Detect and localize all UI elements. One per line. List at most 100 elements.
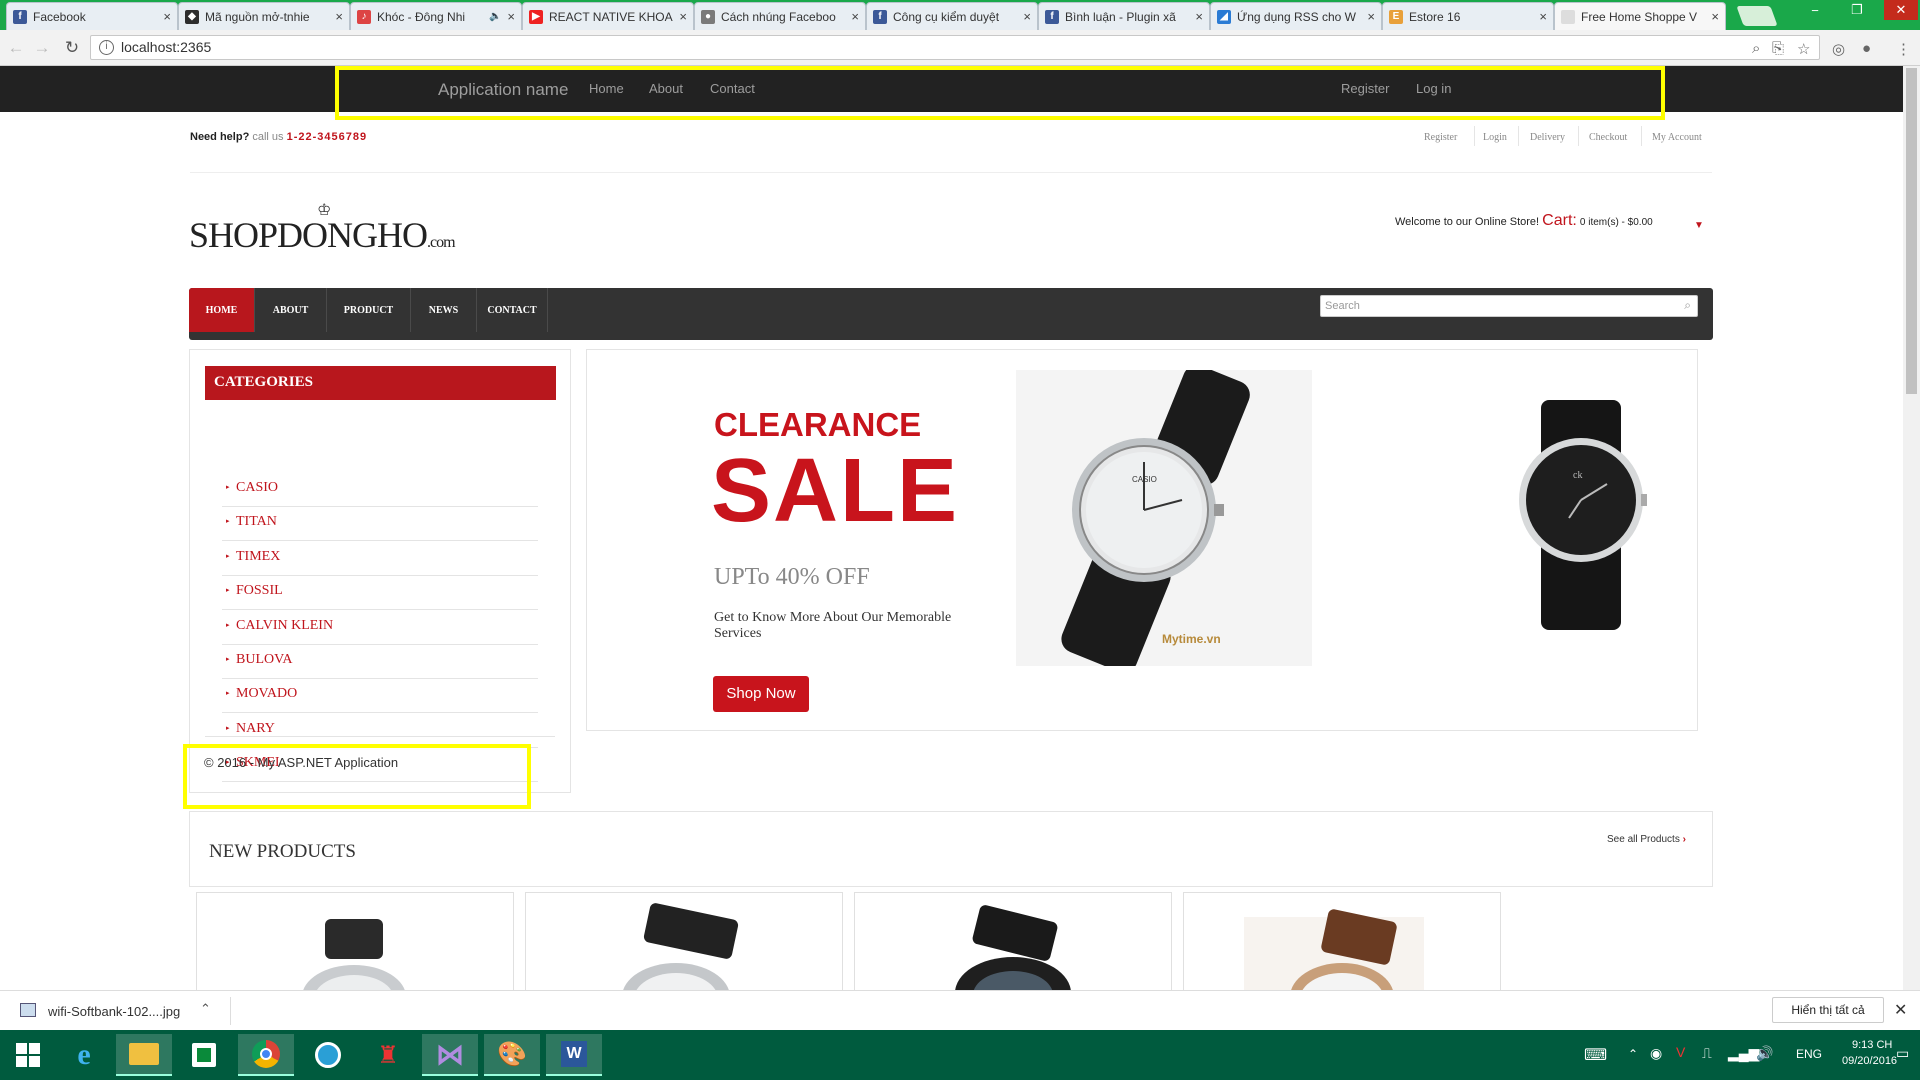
clock-date[interactable]: 09/20/2016 [1842, 1055, 1897, 1067]
extension-icon[interactable]: ◎ [1832, 40, 1845, 58]
shop-now-button[interactable]: Shop Now [713, 676, 809, 712]
browser-tab[interactable]: ◢ Ứng dụng RSS cho W × [1210, 2, 1382, 30]
category-item[interactable]: ▸ CALVIN KLEIN [222, 611, 538, 645]
top-delivery-link[interactable]: Delivery [1530, 132, 1565, 143]
restore-window-icon[interactable]: ❐ [1842, 0, 1872, 20]
browser-tab[interactable]: ◆ Mã nguồn mở-tnhie × [178, 2, 350, 30]
close-download-bar-icon[interactable]: ✕ [1894, 1000, 1907, 1020]
site-logo[interactable]: ♔ SHOPDONGHO.com [189, 202, 456, 256]
menu-kebab-icon[interactable]: ⋮ [1896, 40, 1911, 58]
close-tab-icon[interactable]: × [163, 9, 171, 24]
site-info-icon[interactable]: i [99, 40, 114, 55]
tray-app-icon[interactable]: ◉ [1650, 1045, 1662, 1062]
category-item[interactable]: ▸ NARY [222, 714, 538, 748]
app-bag-icon[interactable]: ♜ [360, 1034, 416, 1076]
browser-tab[interactable]: ▶ REACT NATIVE KHOA × [522, 2, 694, 30]
category-item[interactable]: ▸ FOSSIL [222, 576, 538, 611]
audio-playing-icon[interactable]: 🔈 [489, 11, 501, 22]
translate-icon[interactable]: ⎘ [1772, 40, 1784, 57]
browser-tab[interactable]: Free Home Shoppe V × [1554, 2, 1726, 30]
keyboard-icon[interactable]: ⌨ [1584, 1045, 1607, 1065]
rss-icon: ◢ [1217, 9, 1231, 24]
main-nav-product[interactable]: PRODUCT [327, 288, 411, 332]
header-divider [190, 172, 1712, 173]
close-tab-icon[interactable]: × [1023, 9, 1031, 24]
product-card[interactable] [525, 892, 843, 990]
main-nav-home[interactable]: HOME [189, 288, 255, 332]
browser-tab[interactable]: ● Cách nhúng Faceboo × [694, 2, 866, 30]
cortana-icon[interactable] [300, 1034, 356, 1076]
category-item[interactable]: ▸ TITAN [222, 507, 538, 542]
notifications-icon[interactable]: ▭ [1896, 1045, 1909, 1062]
close-tab-icon[interactable]: × [851, 9, 859, 24]
clock-time[interactable]: 9:13 CH [1852, 1039, 1892, 1051]
browser-tab[interactable]: ♪ Khóc - Đông Nhi 🔈 × [350, 2, 522, 30]
close-tab-icon[interactable]: × [1367, 9, 1375, 24]
facebook-icon: f [873, 9, 887, 24]
download-file-name[interactable]: wifi-Softbank-102....jpg [48, 1004, 180, 1019]
extension-globe-icon[interactable]: ● [1862, 40, 1871, 57]
product-card[interactable] [196, 892, 514, 990]
cart-summary[interactable]: Welcome to our Online Store! Cart: 0 ite… [1395, 212, 1653, 230]
cart-dropdown-icon[interactable]: ▼ [1694, 220, 1704, 231]
main-nav-contact[interactable]: CONTACT [477, 288, 548, 332]
bookmark-star-icon[interactable]: ☆ [1797, 40, 1810, 58]
browser-tab[interactable]: f Công cụ kiểm duyệt × [866, 2, 1038, 30]
category-item[interactable]: ▸ MOVADO [222, 679, 538, 714]
top-register-link[interactable]: Register [1424, 132, 1457, 143]
product-search-input[interactable]: Search ⌕ [1320, 295, 1698, 317]
browser-tab[interactable]: f Facebook × [6, 2, 178, 30]
product-card[interactable] [854, 892, 1172, 990]
forward-arrow-icon[interactable]: → [32, 38, 52, 58]
see-all-products-link[interactable]: See all Products › [1607, 834, 1686, 845]
main-nav-news[interactable]: NEWS [411, 288, 477, 332]
address-bar[interactable]: i localhost:2365 [90, 35, 1820, 60]
start-windows-icon[interactable] [0, 1034, 56, 1076]
close-tab-icon[interactable]: × [679, 9, 687, 24]
zoom-icon[interactable]: ⌕ [1752, 40, 1760, 57]
store-icon[interactable] [176, 1034, 232, 1076]
input-language[interactable]: ENG [1796, 1047, 1822, 1061]
category-item[interactable]: ▸ CASIO [222, 473, 538, 507]
close-tab-icon[interactable]: × [335, 9, 343, 24]
avatar-icon: ● [701, 9, 715, 24]
tray-expand-icon[interactable]: ⌃ [1628, 1047, 1638, 1061]
file-explorer-icon[interactable] [116, 1034, 172, 1076]
antivirus-icon[interactable]: V [1676, 1044, 1685, 1060]
browser-tab[interactable]: f Bình luận - Plugin xã × [1038, 2, 1210, 30]
paint-icon[interactable]: 🎨 [484, 1034, 540, 1076]
search-icon[interactable]: ⌕ [1684, 298, 1691, 313]
close-tab-icon[interactable]: × [1195, 9, 1203, 24]
close-tab-icon[interactable]: × [507, 9, 515, 24]
main-nav-about[interactable]: ABOUT [255, 288, 327, 332]
close-tab-icon[interactable]: × [1539, 9, 1547, 24]
banner-headline: CLEARANCE [714, 406, 922, 443]
product-card[interactable] [1183, 892, 1501, 990]
internet-explorer-icon[interactable]: e [56, 1034, 112, 1076]
category-item[interactable]: ▸ BULOVA [222, 645, 538, 679]
visual-studio-icon[interactable]: ⋈ [422, 1034, 478, 1076]
page-scrollbar[interactable] [1903, 66, 1920, 990]
banner-offer: UPTo 40% OFF [714, 564, 870, 590]
minimize-window-icon[interactable]: − [1800, 0, 1830, 20]
network-wired-icon[interactable]: ⎍ [1702, 1045, 1712, 1062]
browser-tab[interactable]: E Estore 16 × [1382, 2, 1554, 30]
phone-number: 1-22-3456789 [286, 131, 368, 143]
top-checkout-link[interactable]: Checkout [1589, 132, 1627, 143]
close-window-icon[interactable]: ✕ [1884, 0, 1918, 20]
show-all-downloads-button[interactable]: Hiển thị tất cả [1772, 997, 1884, 1023]
download-chevron-icon[interactable]: ⌃ [200, 1001, 211, 1017]
back-arrow-icon[interactable]: ← [6, 38, 26, 58]
top-myaccount-link[interactable]: My Account [1652, 132, 1702, 143]
volume-icon[interactable]: 🔊 [1756, 1045, 1773, 1062]
word-icon[interactable]: W [546, 1034, 602, 1076]
category-item[interactable]: ▸ TIMEX [222, 542, 538, 576]
github-icon: ◆ [185, 9, 199, 24]
wifi-signal-icon[interactable]: ▂▄▆ [1728, 1045, 1759, 1062]
top-login-link[interactable]: Login [1483, 132, 1507, 143]
chrome-icon[interactable] [238, 1034, 294, 1076]
close-tab-icon[interactable]: × [1711, 9, 1719, 24]
scrollbar-thumb[interactable] [1906, 68, 1917, 394]
reload-icon[interactable]: ↻ [62, 38, 82, 58]
new-tab-button[interactable] [1736, 6, 1778, 26]
